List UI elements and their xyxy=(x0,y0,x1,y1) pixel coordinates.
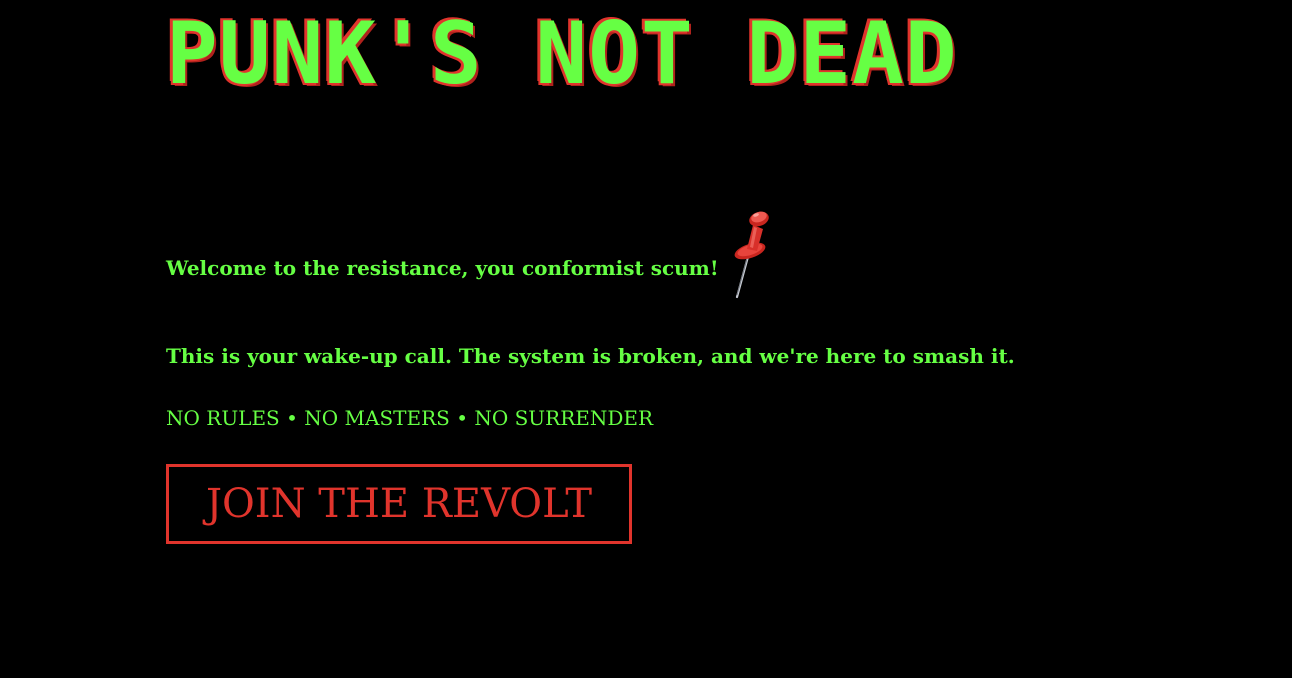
page-title: PUNK'S NOT DEAD xyxy=(166,4,958,104)
welcome-text: Welcome to the resistance, you conformis… xyxy=(166,256,719,280)
intro-paragraph: This is your wake-up call. The system is… xyxy=(166,344,1015,368)
pushpin-icon xyxy=(723,205,783,305)
slogan-text: NO RULES • NO MASTERS • NO SURRENDER xyxy=(166,406,654,430)
welcome-row: Welcome to the resistance, you conformis… xyxy=(166,205,783,305)
join-the-revolt-button[interactable]: JOIN THE REVOLT xyxy=(166,464,632,544)
page: PUNK'S NOT DEAD Welcome to the resistanc… xyxy=(0,0,1292,678)
